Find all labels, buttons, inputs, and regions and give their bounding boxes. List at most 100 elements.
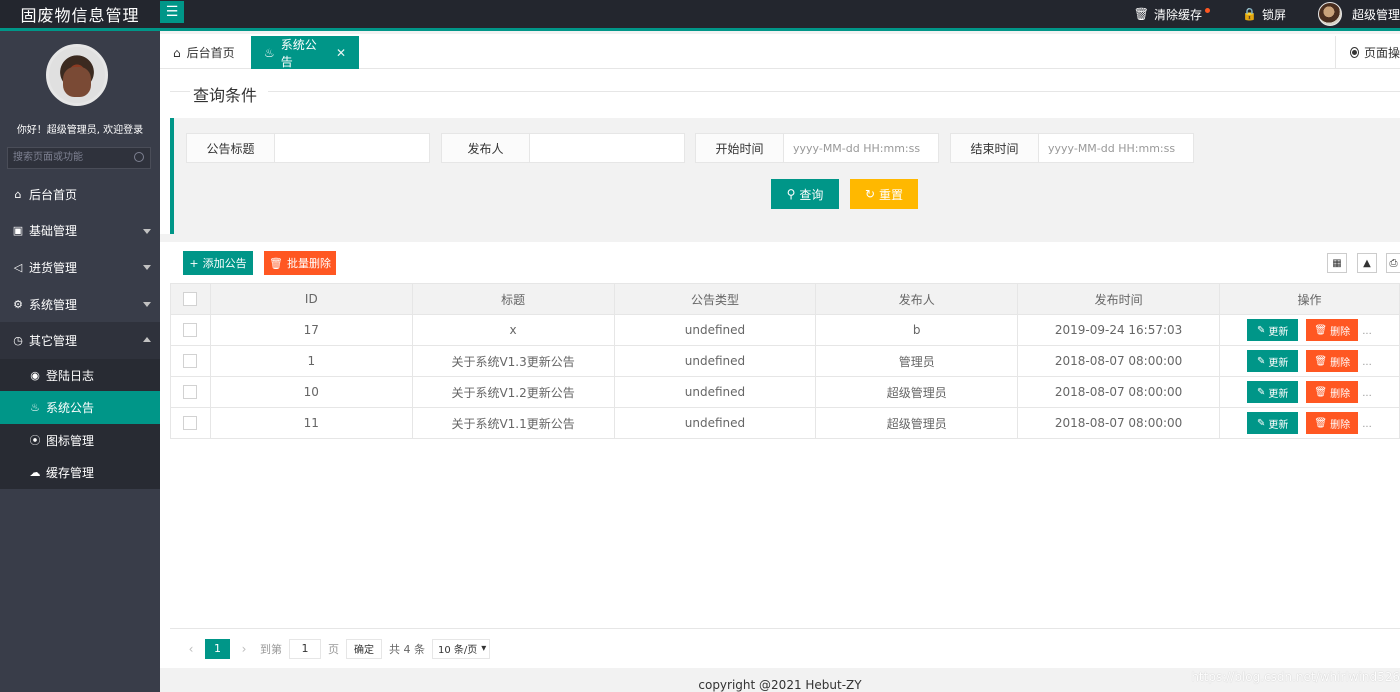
sidebar-subitem-icons[interactable]: ⦿ 图标管理 <box>0 424 160 457</box>
chevron-down-icon <box>143 301 151 307</box>
search-button[interactable]: ⚲ 查询 <box>771 179 839 209</box>
time-cell: 2019-09-24 16:57:03 <box>1017 314 1221 346</box>
row-checkbox[interactable] <box>183 323 198 338</box>
next-page-icon[interactable]: › <box>235 642 253 656</box>
more-icon[interactable]: ... <box>1362 326 1372 337</box>
id-cell: 1 <box>209 345 413 377</box>
delete-button[interactable]: 🗑 删除 <box>1306 319 1359 341</box>
update-button[interactable]: ✎ 更新 <box>1247 350 1299 372</box>
sidebar-search-input[interactable]: 搜索页面或功能 <box>7 147 151 169</box>
sidebar-subitem-announcement[interactable]: ♨ 系统公告 <box>0 391 160 424</box>
sidebar-item-system[interactable]: ⚙ 系统管理 <box>0 286 160 323</box>
page-operations-button[interactable]: 页面操 <box>1335 36 1400 69</box>
sidebar-subitem-login-log[interactable]: ◉ 登陆日志 <box>0 359 160 392</box>
table-row: 17 x undefined b 2019-09-24 16:57:03 ✎ 更新… <box>170 314 1400 346</box>
trash-icon: 🗑 <box>1314 417 1328 429</box>
actions-cell: ✎ 更新 🗑 删除... <box>1219 376 1400 408</box>
columns-filter-button[interactable]: ▦ <box>1327 253 1347 273</box>
sidebar-item-label: 系统管理 <box>29 297 78 312</box>
reset-button[interactable]: ↻ 重置 <box>850 179 918 209</box>
sidebar-subitem-label: 系统公告 <box>46 401 95 416</box>
row-checkbox[interactable] <box>183 385 198 400</box>
user-menu[interactable]: 超级管理 <box>1317 2 1400 26</box>
delete-button[interactable]: 🗑 删除 <box>1306 350 1359 372</box>
row-select-cell[interactable] <box>170 345 211 377</box>
more-icon[interactable]: ... <box>1362 388 1372 399</box>
id-cell: 17 <box>209 314 413 346</box>
delete-button[interactable]: 🗑 删除 <box>1306 381 1359 403</box>
more-icon[interactable]: ... <box>1362 357 1372 368</box>
page-number-input[interactable]: 1 <box>289 638 321 659</box>
tab-home[interactable]: ⌂ 后台首页 <box>160 36 248 69</box>
print-button[interactable]: ⎙ <box>1386 253 1400 273</box>
menu-toggle-button[interactable]: ☰ <box>160 1 184 23</box>
sidebar-subitem-cache[interactable]: ☁ 缓存管理 <box>0 456 160 489</box>
title-input[interactable] <box>275 134 429 162</box>
export-button[interactable]: ▲ <box>1357 253 1377 273</box>
sidebar-avatar <box>46 44 108 106</box>
sidebar-item-basic[interactable]: ▣ 基础管理 <box>0 213 160 250</box>
delete-label: 删除 <box>1330 388 1351 400</box>
goto-confirm-button[interactable]: 确定 <box>346 638 382 659</box>
sidebar-item-purchase[interactable]: ◁ 进货管理 <box>0 249 160 286</box>
page-size-select[interactable]: 10 条/页 ▾ <box>432 638 491 659</box>
prev-page-icon[interactable]: ‹ <box>182 642 200 656</box>
gear-icon: ⚙ <box>13 297 23 311</box>
user-name: 超级管理 <box>1351 7 1400 22</box>
goto-label: 到第 <box>260 642 282 656</box>
sidebar-search-placeholder: 搜索页面或功能 <box>13 152 83 163</box>
sidebar-item-home[interactable]: ⌂ 后台首页 <box>0 176 160 213</box>
publisher-cell: 管理员 <box>815 345 1019 377</box>
edit-icon: ✎ <box>1257 355 1266 367</box>
delete-label: 删除 <box>1330 326 1351 338</box>
type-cell: undefined <box>613 345 817 377</box>
page-unit-label: 页 <box>328 642 339 656</box>
clear-cache-button[interactable]: 🗑 清除缓存 <box>1134 6 1211 23</box>
update-button[interactable]: ✎ 更新 <box>1247 381 1299 403</box>
lock-screen-button[interactable]: 🔒 锁屏 <box>1242 6 1286 23</box>
chevron-down-icon: ▾ <box>481 643 487 654</box>
edit-icon: ✎ <box>1257 417 1266 429</box>
chevron-down-icon <box>143 265 151 271</box>
user-avatar <box>1317 2 1342 26</box>
start-time-label: 开始时间 <box>696 134 784 162</box>
column-header: 操作 <box>1219 283 1400 315</box>
search-icon: ⚲ <box>786 187 796 201</box>
publisher-input[interactable] <box>530 134 684 162</box>
close-icon[interactable]: ✕ <box>336 46 346 60</box>
tab-announcement[interactable]: ♨ 系统公告 ✕ <box>251 36 359 69</box>
more-icon[interactable]: ... <box>1362 419 1372 430</box>
column-header: ID <box>209 283 413 315</box>
time-cell: 2018-08-07 08:00:00 <box>1017 345 1221 377</box>
tab-label: 系统公告 <box>280 37 317 69</box>
publisher-cell: b <box>815 314 1019 346</box>
compass-icon: ⦿ <box>29 434 41 448</box>
title-cell: 关于系统V1.2更新公告 <box>411 376 615 408</box>
sidebar-subitem-label: 登陆日志 <box>46 368 95 383</box>
id-cell: 10 <box>209 376 413 408</box>
title-field: 公告标题 <box>186 133 430 163</box>
update-button[interactable]: ✎ 更新 <box>1247 319 1299 341</box>
cloud-icon: ☁ <box>29 466 41 480</box>
chevron-down-icon <box>143 228 151 234</box>
time-cell: 2018-08-07 08:00:00 <box>1017 376 1221 408</box>
notification-dot <box>1205 7 1211 13</box>
row-select-cell[interactable] <box>170 314 211 346</box>
sidebar: 你好！超级管理员, 欢迎登录 搜索页面或功能 ⌂ 后台首页 ▣ 基础管理 ◁ 进… <box>0 31 160 692</box>
select-all-checkbox[interactable] <box>183 292 198 307</box>
end-time-input[interactable]: yyyy-MM-dd HH:mm:ss <box>1039 134 1193 162</box>
add-button-label: 添加公告 <box>202 257 247 270</box>
row-select-cell[interactable] <box>170 376 211 408</box>
row-checkbox[interactable] <box>183 416 198 431</box>
time-cell: 2018-08-07 08:00:00 <box>1017 407 1221 439</box>
row-checkbox[interactable] <box>183 354 198 369</box>
add-announcement-button[interactable]: + 添加公告 <box>183 251 253 275</box>
update-button[interactable]: ✎ 更新 <box>1247 412 1299 434</box>
current-page[interactable]: 1 <box>205 638 230 659</box>
batch-delete-button[interactable]: 🗑 批量删除 <box>264 251 336 275</box>
row-select-cell[interactable] <box>170 407 211 439</box>
delete-button[interactable]: 🗑 删除 <box>1306 412 1359 434</box>
select-all-cell[interactable] <box>170 283 211 315</box>
start-time-input[interactable]: yyyy-MM-dd HH:mm:ss <box>784 134 938 162</box>
sidebar-item-other[interactable]: ◷ 其它管理 <box>0 322 160 359</box>
